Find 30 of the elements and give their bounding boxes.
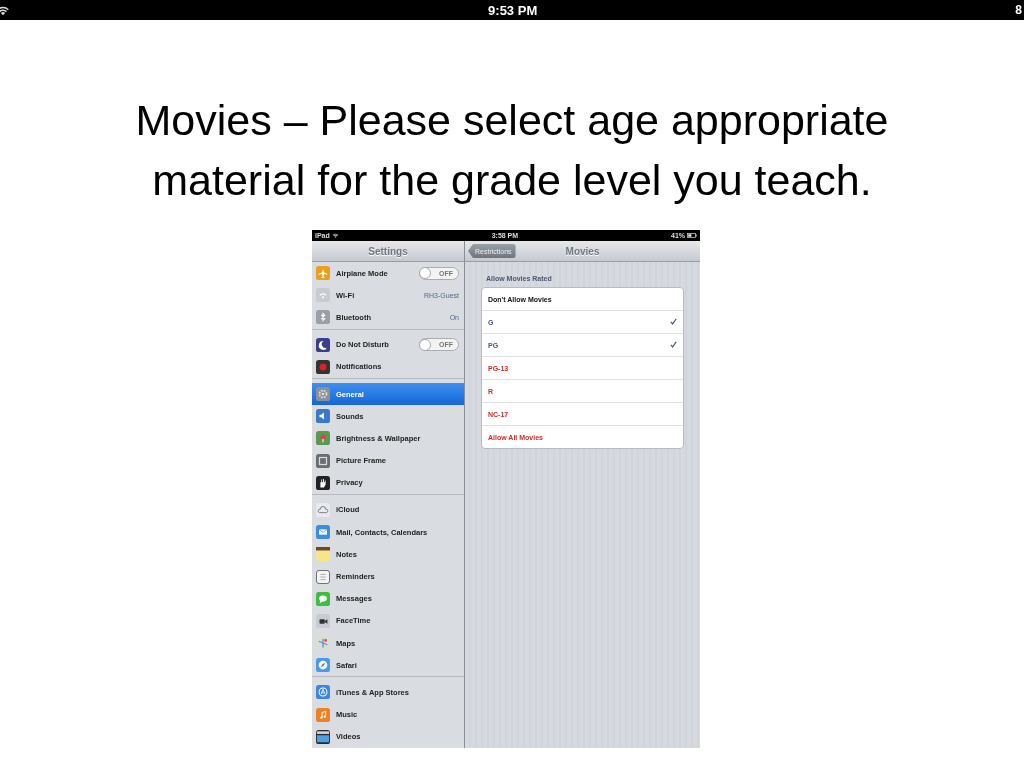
navigation-title: Movies bbox=[565, 245, 600, 257]
airplane-icon bbox=[316, 266, 330, 281]
speaker-icon bbox=[316, 409, 330, 424]
checklist-icon bbox=[316, 569, 330, 584]
picture-frame-icon bbox=[316, 453, 330, 468]
music-note-icon bbox=[316, 707, 330, 722]
bluetooth-icon bbox=[316, 310, 330, 325]
wifi-icon bbox=[316, 288, 330, 303]
camera-icon bbox=[316, 613, 330, 628]
map-icon bbox=[316, 636, 330, 651]
compass-icon bbox=[316, 658, 330, 673]
wifi-icon bbox=[0, 4, 10, 16]
gear-icon bbox=[316, 387, 330, 402]
checkmark-icon bbox=[670, 317, 677, 327]
battery-icon bbox=[687, 233, 697, 238]
hand-icon bbox=[316, 475, 330, 490]
envelope-icon bbox=[316, 525, 330, 540]
speech-bubble-icon bbox=[316, 591, 330, 606]
notepad-icon bbox=[316, 547, 330, 562]
status-text: 8 bbox=[1015, 3, 1022, 17]
moon-icon bbox=[316, 337, 330, 352]
status-time: 9:53 PM bbox=[488, 2, 538, 18]
navigation-title: Settings bbox=[368, 245, 408, 257]
wifi-icon bbox=[331, 233, 339, 238]
slide-title: Movies – Please select age appropriate material for the grade level you teach. bbox=[134, 95, 890, 206]
checkmark-icon bbox=[670, 340, 677, 350]
flower-icon bbox=[316, 431, 330, 446]
app-store-icon bbox=[316, 685, 330, 700]
notification-icon bbox=[316, 359, 330, 374]
cloud-icon bbox=[316, 502, 330, 517]
